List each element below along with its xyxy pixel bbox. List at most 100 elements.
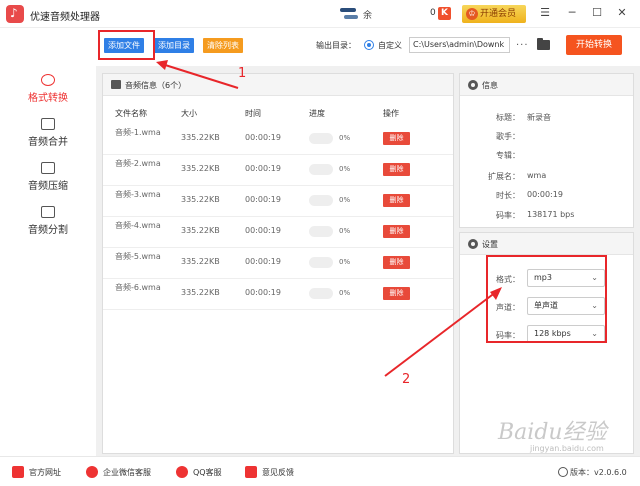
file-size: 335.22KB [181,288,220,297]
progress-bar [309,226,333,237]
maximize-icon[interactable]: ☐ [590,6,604,20]
table-row[interactable]: 音频-3.wma 335.22KB 00:00:19 0% 删除 [103,186,453,217]
annotation-box-1 [98,30,155,60]
merge-icon [41,118,55,130]
info-key-bitrate: 码率： [496,211,520,220]
close-icon[interactable]: ✕ [615,6,629,20]
info-value-duration: 00:00:19 [527,190,563,199]
progress-percent: 0% [339,134,351,142]
file-duration: 00:00:19 [245,133,281,142]
info-panel-header: 信息 [460,74,633,96]
wechat-icon [86,466,98,478]
coin-icon: K [438,7,451,20]
info-value-bitrate: 138171 bps [527,210,575,219]
table-row[interactable]: 音频-2.wma 335.22KB 00:00:19 0% 删除 [103,155,453,186]
menu-icon[interactable]: ☰ [538,6,552,20]
annotation-box-2 [486,255,607,343]
vip-label: 开通会员 [480,9,517,19]
custom-radio[interactable] [364,40,374,50]
settings-panel-title: 设置 [482,240,498,249]
table-row[interactable]: 音频-5.wma 335.22KB 00:00:19 0% 删除 [103,248,453,279]
column-header-size: 大小 [181,109,197,118]
feedback-icon [245,466,257,478]
delete-button[interactable]: 删除 [383,256,410,269]
app-logo-icon [6,5,24,23]
image-icon [111,80,121,89]
vip-button[interactable]: ♔ 开通会员 [462,5,526,23]
delete-button[interactable]: 删除 [383,163,410,176]
sidebar-item-format-convert[interactable]: 格式转换 [0,74,96,106]
column-header-action: 操作 [383,109,399,118]
annotation-number-2: 2 [402,372,411,387]
footer-website-link[interactable]: 官方网址 [29,467,61,478]
table-row[interactable]: 音频-6.wma 335.22KB 00:00:19 0% 删除 [103,279,453,310]
file-size: 335.22KB [181,226,220,235]
qq-icon [176,466,188,478]
file-size: 335.22KB [181,257,220,266]
progress-percent: 0% [339,289,351,297]
file-size: 335.22KB [181,133,220,142]
sidebar-item-merge[interactable]: 音频合并 [0,118,96,150]
settings-panel-header: 设置 [460,233,633,255]
folder-icon[interactable] [537,38,550,50]
file-panel-title: 音频信息（6个） [125,81,187,90]
split-icon [41,206,55,218]
table-row[interactable]: 音频-4.wma 335.22KB 00:00:19 0% 删除 [103,217,453,248]
footer-wechat-link[interactable]: 企业微信客服 [103,467,151,478]
info-key-duration: 时长： [496,191,520,200]
info-value-extension: wma [527,171,547,180]
progress-percent: 0% [339,196,351,204]
sidebar-item-split[interactable]: 音频分割 [0,206,96,238]
clear-list-button[interactable]: 清除列表 [203,38,243,53]
column-header-time: 时间 [245,109,261,118]
delete-button[interactable]: 删除 [383,287,410,300]
toolbar: 添加文件 添加目录 清除列表 输出目录： 自定义 C:\Users\admin\… [96,28,640,66]
delete-button[interactable]: 删除 [383,225,410,238]
sidebar-item-label: 格式转换 [28,93,68,104]
add-directory-button[interactable]: 添加目录 [154,38,194,53]
user-name[interactable]: 余 [363,8,372,21]
more-button[interactable]: ··· [516,40,529,51]
refresh-icon[interactable] [558,467,568,477]
delete-button[interactable]: 删除 [383,194,410,207]
progress-percent: 0% [339,165,351,173]
column-header-progress: 进度 [309,109,325,118]
file-size: 335.22KB [181,164,220,173]
file-name: 音频-3.wma [115,190,161,199]
footer-qq-link[interactable]: QQ客服 [193,467,222,478]
footer-feedback-link[interactable]: 意见反馈 [262,467,294,478]
progress-bar [309,288,333,299]
user-logo-icon[interactable] [338,5,360,23]
info-key-album: 专辑： [496,151,520,160]
coin-count: 0 [430,8,436,18]
sidebar-item-label: 音频分割 [28,225,68,236]
output-path-input[interactable]: C:\Users\admin\Downk [409,37,510,53]
sidebar-item-compress[interactable]: 音频压缩 [0,162,96,194]
website-icon [12,466,24,478]
delete-button[interactable]: 删除 [383,132,410,145]
custom-radio-label[interactable]: 自定义 [378,40,402,51]
table-row[interactable]: 音频-1.wma 335.22KB 00:00:19 0% 删除 [103,124,453,155]
sidebar: 格式转换 音频合并 音频压缩 音频分割 [0,66,96,456]
progress-percent: 0% [339,227,351,235]
gear-icon [468,239,478,249]
info-key-artist: 歌手： [496,132,520,141]
progress-bar [309,257,333,268]
minimize-icon[interactable]: ─ [565,6,579,20]
file-name: 音频-2.wma [115,159,161,168]
footer: 官方网址 企业微信客服 QQ客服 意见反馈 版本：v2.0.6.0 [0,456,640,486]
file-name: 音频-5.wma [115,252,161,261]
version-text: 版本：v2.0.6.0 [570,468,627,477]
info-key-title: 标题： [496,113,520,122]
app-title: 优速音频处理器 [30,12,100,23]
file-duration: 00:00:19 [245,288,281,297]
watermark: Baidu经验 [498,420,607,445]
gear-icon [468,80,478,90]
progress-bar [309,195,333,206]
file-duration: 00:00:19 [245,257,281,266]
sidebar-item-label: 音频压缩 [28,181,68,192]
file-duration: 00:00:19 [245,195,281,204]
info-key-extension: 扩展名： [488,172,520,181]
start-convert-button[interactable]: 开始转换 [566,35,622,55]
file-duration: 00:00:19 [245,164,281,173]
